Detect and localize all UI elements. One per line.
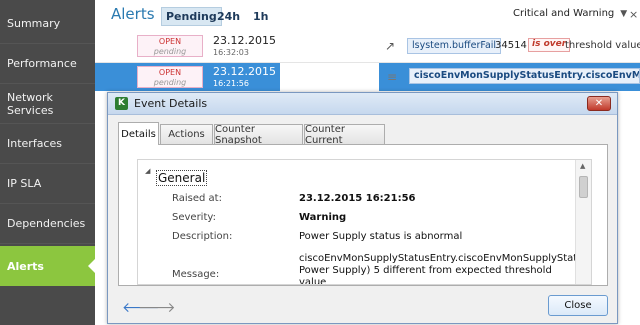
- sidebar-item-label: IP SLA: [7, 177, 42, 190]
- active-indicator-arrow: [88, 258, 96, 274]
- tab-counter-current[interactable]: Counter Current: [304, 124, 385, 146]
- table-row[interactable]: OPEN pending 23.12.2015 16:32:03 ↗ lsyst…: [95, 32, 640, 63]
- metric-tag[interactable]: ciscoEnvMonSupplyStatusEntry.ciscoEnvMon…: [409, 68, 640, 84]
- field-value: Power Supply status is abnormal: [299, 231, 463, 242]
- tab-counter-snapshot[interactable]: Counter Snapshot: [214, 124, 303, 146]
- substatus-text: pending: [153, 47, 187, 56]
- field-label: Raised at:: [172, 193, 222, 204]
- scroll-up-icon[interactable]: ▲: [580, 162, 585, 170]
- close-button[interactable]: Close: [548, 295, 608, 316]
- status-badge: OPEN pending: [137, 66, 203, 88]
- sidebar-item-dependencies[interactable]: Dependencies: [0, 204, 95, 244]
- sidebar-item-summary[interactable]: Summary: [0, 4, 95, 44]
- tab-details[interactable]: Details: [118, 122, 159, 145]
- condition-badge: is over: [528, 38, 571, 52]
- status-text: OPEN: [158, 68, 182, 77]
- sidebar-item-label: Alerts: [7, 259, 44, 273]
- app-root: Summary Performance Network Services Int…: [0, 0, 640, 325]
- details-panel: ◢ General Raised at: 23.12.2015 16:21:56…: [118, 144, 608, 286]
- alert-date: 23.12.2015: [213, 34, 276, 47]
- alerts-header: Alerts Pending 24h 1h Critical and Warni…: [95, 0, 640, 32]
- dialog-titlebar[interactable]: K Event Details ✕: [108, 93, 617, 115]
- sidebar-item-alerts[interactable]: Alerts: [0, 246, 96, 286]
- alert-date: 23.12.2015: [213, 65, 276, 78]
- alert-time: 16:32:03: [213, 48, 249, 57]
- event-details-dialog: K Event Details ✕ Details Actions Counte…: [107, 92, 618, 324]
- dialog-title: Event Details: [134, 97, 208, 110]
- field-label: Description:: [172, 231, 233, 242]
- metric-value: 34514: [495, 40, 527, 51]
- field-label: Message:: [172, 269, 220, 280]
- metric-tag[interactable]: lsystem.bufferFail: [407, 38, 502, 54]
- alert-time: 16:21:56: [213, 79, 249, 88]
- threshold-text: threshold value 5: [565, 40, 640, 51]
- app-logo-icon: K: [115, 97, 128, 110]
- scroll-thumb[interactable]: [579, 176, 588, 198]
- tab-actions[interactable]: Actions: [160, 124, 213, 144]
- collapse-triangle-icon[interactable]: ◢: [145, 167, 150, 175]
- field-value: ciscoEnvMonSupplyStatusEntry.ciscoEnvMon…: [299, 253, 592, 285]
- sidebar-item-ip-sla[interactable]: IP SLA: [0, 164, 95, 204]
- field-value: 23.12.2015 16:21:56: [299, 193, 416, 204]
- sidebar-item-interfaces[interactable]: Interfaces: [0, 124, 95, 164]
- status-text: OPEN: [158, 37, 182, 46]
- field-label: Severity:: [172, 212, 216, 223]
- vertical-scrollbar[interactable]: ▲: [575, 160, 591, 284]
- trend-flat-icon: ≡: [387, 70, 398, 84]
- filter-1h-button[interactable]: 1h: [249, 7, 273, 26]
- section-title[interactable]: General: [156, 170, 208, 186]
- dialog-close-icon[interactable]: ✕: [587, 96, 611, 111]
- forward-arrow-icon[interactable]: 🡒: [138, 299, 176, 316]
- sidebar-item-label: Network Services: [7, 90, 54, 117]
- trend-up-icon: ↗: [385, 39, 396, 53]
- sidebar-item-performance[interactable]: Performance: [0, 44, 95, 84]
- table-row-selected[interactable]: OPEN pending 23.12.2015 16:21:56 ≡ cisco…: [95, 63, 640, 94]
- close-icon[interactable]: ×: [629, 8, 638, 21]
- sidebar-item-label: Interfaces: [7, 137, 62, 150]
- severity-dropdown[interactable]: Critical and Warning ▼: [513, 8, 627, 19]
- filter-24h-button[interactable]: 24h: [213, 7, 244, 26]
- sidebar-item-network-services[interactable]: Network Services: [0, 84, 95, 124]
- page-title: Alerts: [111, 5, 155, 23]
- sidebar: Summary Performance Network Services Int…: [0, 0, 96, 325]
- status-badge: OPEN pending: [137, 35, 203, 57]
- details-content: ◢ General Raised at: 23.12.2015 16:21:56…: [137, 159, 592, 285]
- field-value: Warning: [299, 212, 347, 223]
- chevron-down-icon: ▼: [620, 8, 628, 19]
- sidebar-item-label: Summary: [7, 17, 61, 30]
- sidebar-item-label: Performance: [7, 57, 77, 70]
- sidebar-item-label: Dependencies: [7, 217, 86, 230]
- severity-value: Critical and Warning: [513, 8, 615, 19]
- substatus-text: pending: [153, 78, 187, 87]
